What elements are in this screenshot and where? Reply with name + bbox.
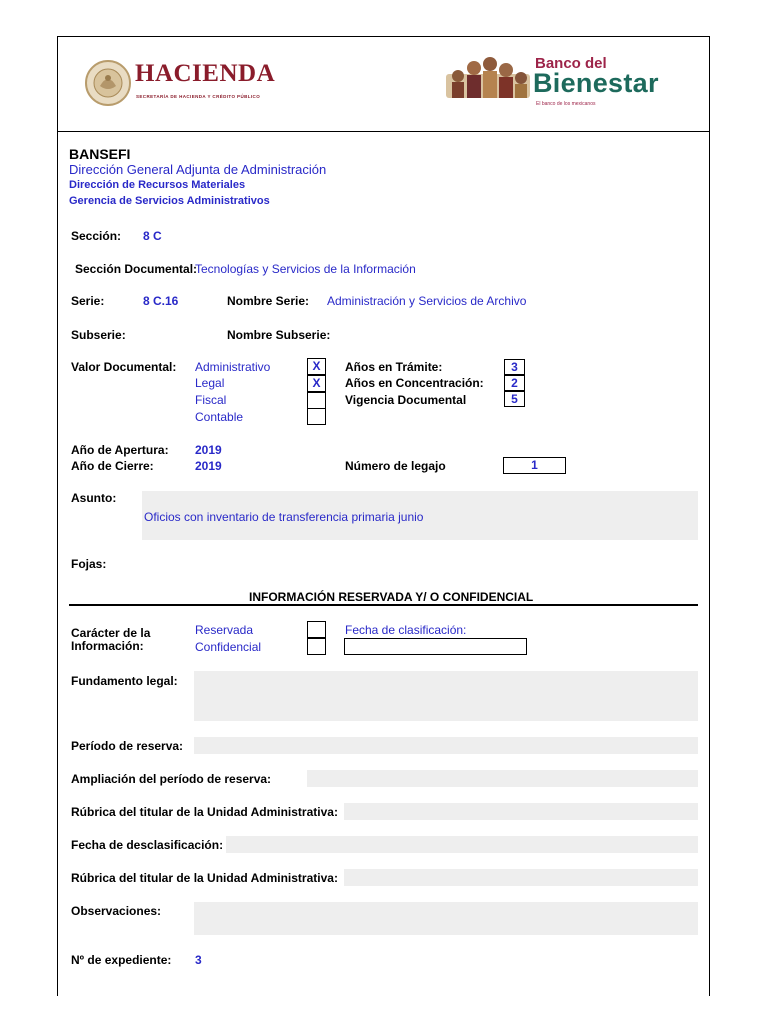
seccion-documental-value: Tecnologías y Servicios de la Informació… [195, 262, 416, 276]
serie-value: 8 C.16 [143, 294, 179, 308]
expediente-label: Nº de expediente: [71, 953, 172, 967]
seccion-documental-label: Sección Documental: [75, 262, 198, 276]
apertura-label: Año de Apertura: [71, 443, 169, 457]
bienestar-big-title: Bienestar [533, 68, 659, 98]
cierre-value: 2019 [195, 459, 222, 473]
reservada-section-title: INFORMACIÓN RESERVADA Y/ O CONFIDENCIAL [249, 590, 534, 604]
fojas-label: Fojas: [71, 557, 107, 571]
gerencia: Gerencia de Servicios Administrativos [69, 195, 270, 207]
observaciones-label: Observaciones: [71, 904, 162, 918]
header-divider [57, 131, 710, 132]
ampliacion-field[interactable] [307, 770, 698, 787]
caracter-label-2: Información: [71, 639, 144, 653]
fecha-clasificacion-label: Fecha de clasificación: [345, 623, 467, 637]
vigencia-value[interactable]: 5 [504, 391, 525, 407]
ampliacion-label: Ampliación del período de reserva: [71, 772, 272, 786]
fecha-clasificacion-field[interactable] [344, 638, 527, 655]
checkbox-administrativo[interactable]: X [307, 358, 326, 375]
option-contable: Contable [195, 410, 244, 424]
bienestar-tagline: El banco de los mexicanos [536, 101, 596, 107]
option-fiscal: Fiscal [195, 393, 227, 407]
rubrica1-field[interactable] [344, 803, 698, 820]
asunto-value: Oficios con inventario de transferencia … [144, 510, 424, 524]
checkbox-legal[interactable]: X [307, 375, 326, 392]
nombre-serie-value: Administración y Servicios de Archivo [327, 294, 527, 308]
periodo-field[interactable] [194, 737, 698, 754]
checkbox-fiscal[interactable] [307, 392, 326, 409]
cierre-label: Año de Cierre: [71, 459, 154, 473]
hacienda-title: HACIENDA [135, 60, 276, 87]
serie-label: Serie: [71, 294, 105, 308]
vigencia-label: Vigencia Documental [345, 393, 467, 407]
caracter-label-1: Carácter de la [71, 626, 151, 640]
valor-documental-label: Valor Documental: [71, 360, 177, 374]
apertura-value: 2019 [195, 443, 222, 457]
confidencial-option: Confidencial [195, 640, 262, 654]
checkbox-contable[interactable] [307, 408, 326, 425]
periodo-label: Período de reserva: [71, 739, 184, 753]
seccion-value: 8 C [143, 229, 162, 243]
concentracion-label: Años en Concentración: [345, 376, 484, 390]
fundamento-label: Fundamento legal: [71, 674, 178, 688]
concentracion-value[interactable]: 2 [504, 375, 525, 391]
reservada-option: Reservada [195, 623, 254, 637]
checkbox-confidencial[interactable] [307, 638, 326, 655]
direccion: Dirección de Recursos Materiales [69, 179, 246, 191]
desclasificacion-label: Fecha de desclasificación: [71, 838, 224, 852]
asunto-label: Asunto: [71, 491, 117, 505]
rubrica1-label: Rúbrica del titular de la Unidad Adminis… [71, 805, 338, 819]
rubrica2-field[interactable] [344, 869, 698, 886]
org-name: BANSEFI [69, 146, 131, 162]
hacienda-subtitle: SECRETARÍA DE HACIENDA Y CRÉDITO PÚBLICO [136, 94, 261, 99]
nombre-serie-label: Nombre Serie: [227, 294, 310, 308]
direccion-general: Dirección General Adjunta de Administrac… [69, 162, 327, 177]
observaciones-field[interactable] [194, 902, 698, 935]
fundamento-field[interactable] [194, 671, 698, 721]
hacienda-seal-icon [84, 58, 132, 108]
desclasificacion-field[interactable] [226, 836, 698, 853]
legajo-value[interactable]: 1 [503, 457, 566, 474]
subserie-label: Subserie: [71, 328, 126, 342]
rubrica2-label: Rúbrica del titular de la Unidad Adminis… [71, 871, 338, 885]
section-divider [69, 604, 698, 606]
option-administrativo: Administrativo [195, 360, 271, 374]
legajo-label: Número de legajo [345, 459, 446, 473]
expediente-value: 3 [195, 953, 202, 967]
tramite-label: Años en Trámite: [345, 360, 443, 374]
nombre-subserie-label: Nombre Subserie: [227, 328, 331, 342]
checkbox-reservada[interactable] [307, 621, 326, 638]
seccion-label: Sección: [71, 229, 122, 243]
tramite-value[interactable]: 3 [504, 359, 525, 375]
option-legal: Legal [195, 376, 225, 390]
bienestar-people-icon [444, 54, 530, 100]
